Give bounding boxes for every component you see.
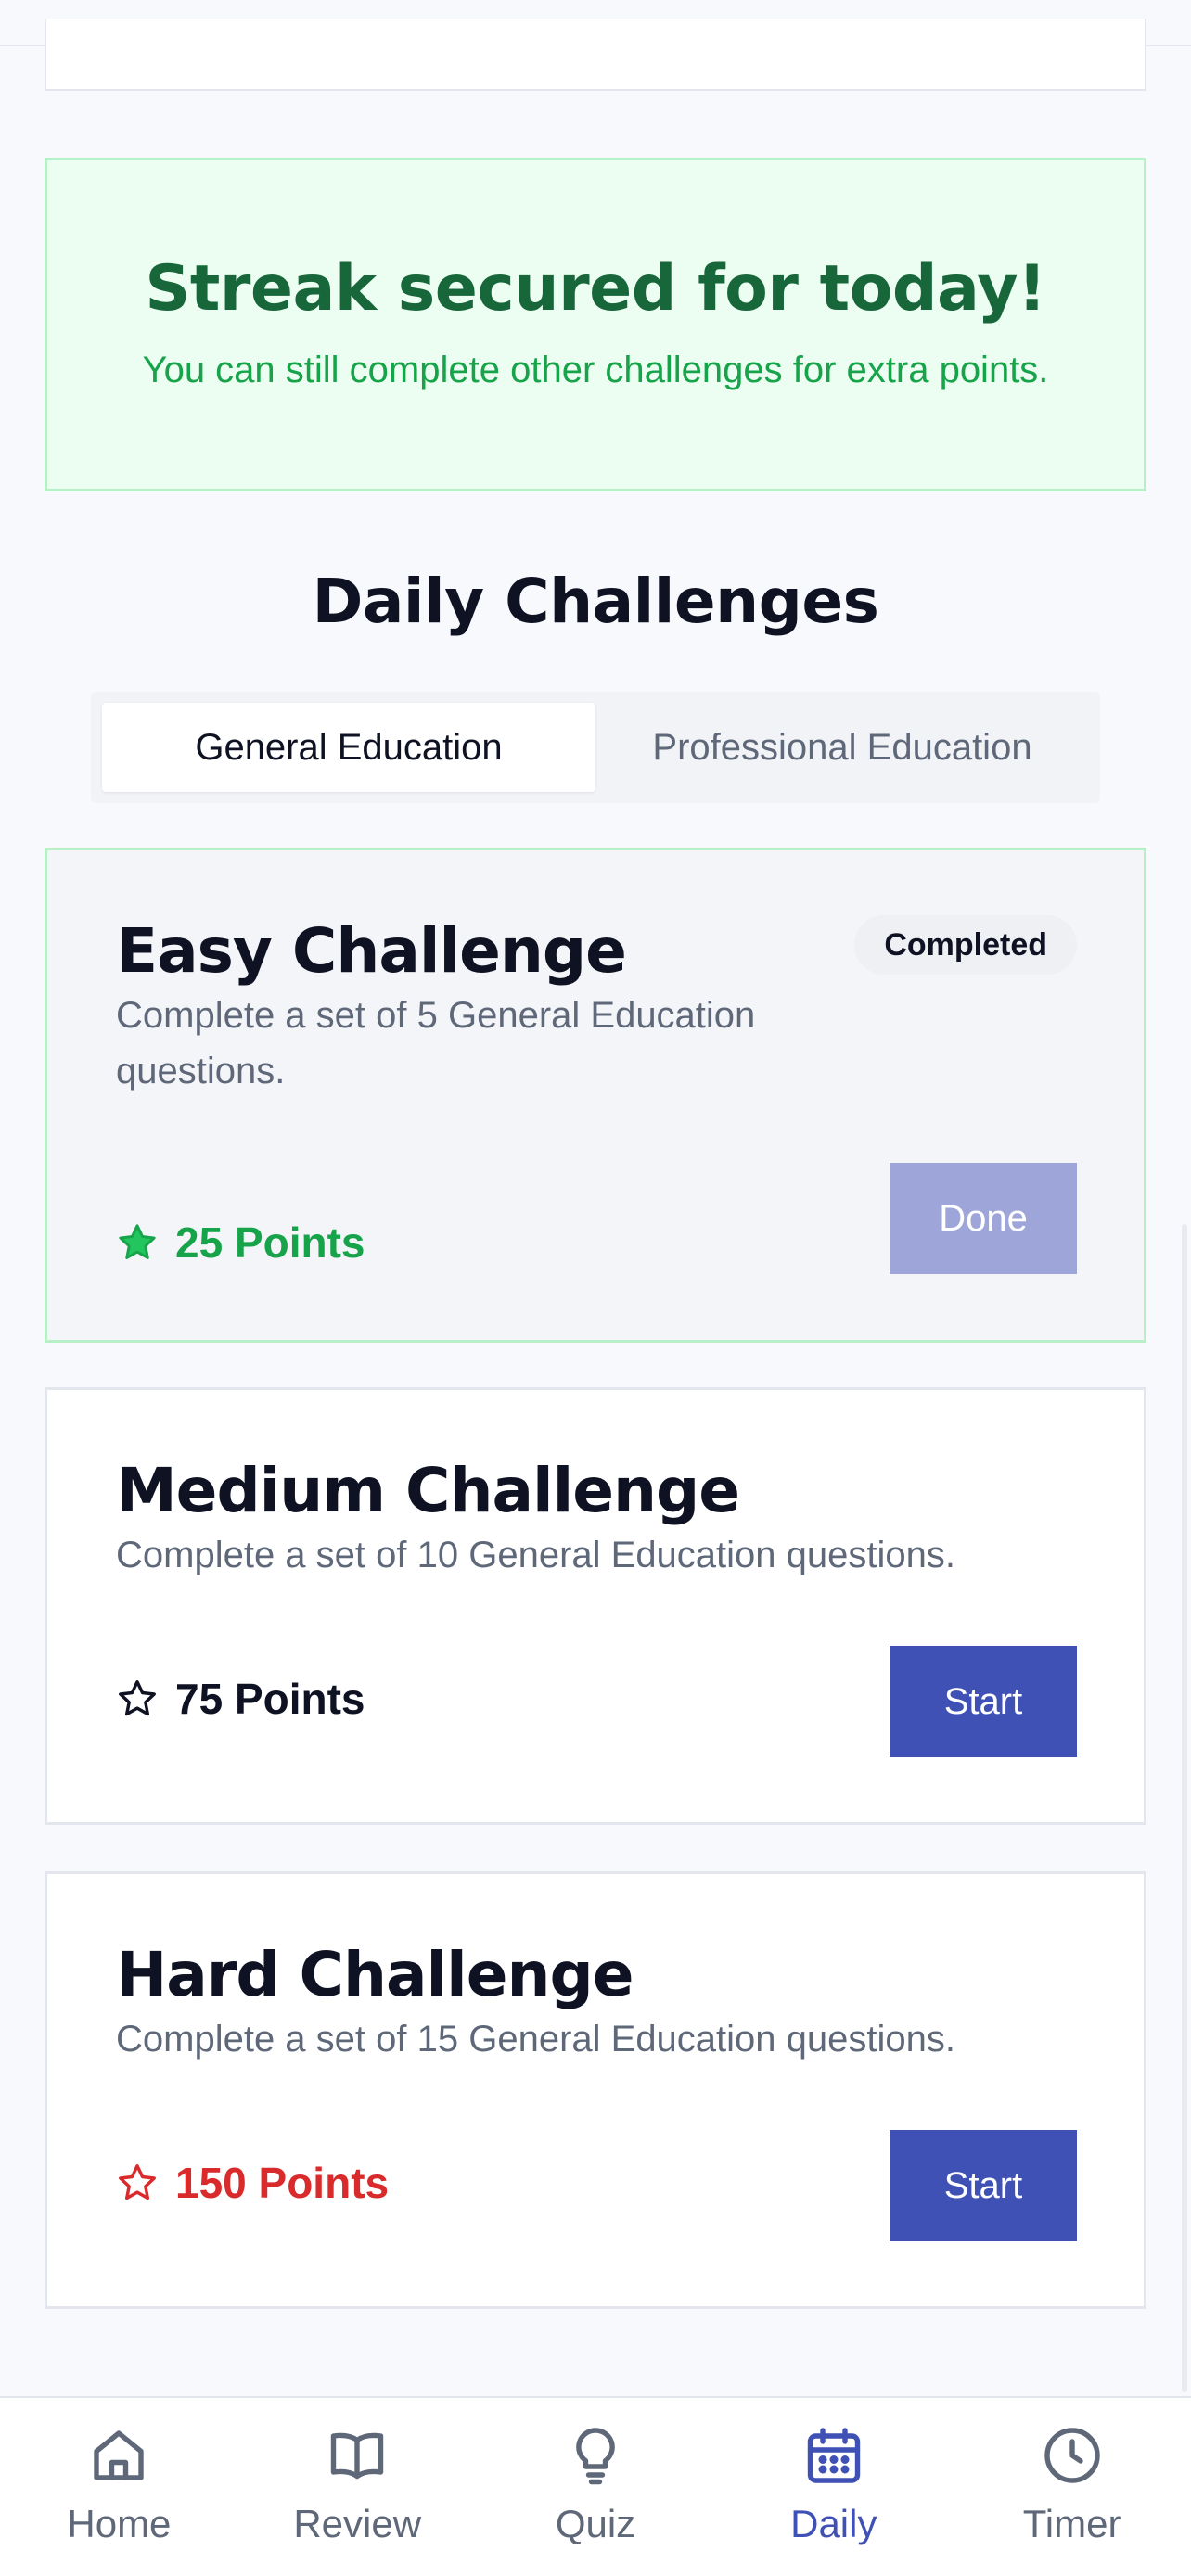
calendar-icon bbox=[807, 2428, 860, 2483]
points-label: 25 Points bbox=[175, 1218, 365, 1267]
section-title: Daily Challenges bbox=[312, 566, 879, 637]
challenge-points: 75 Points bbox=[116, 1674, 365, 1724]
points-label: 75 Points bbox=[175, 1675, 365, 1723]
streak-title: Streak secured for today! bbox=[145, 251, 1046, 325]
status-badge: Completed bbox=[854, 915, 1077, 975]
bottom-nav: Home Review Quiz Daily Timer bbox=[0, 2396, 1191, 2576]
challenge-points: 150 Points bbox=[116, 2158, 389, 2208]
nav-label: Timer bbox=[1022, 2502, 1121, 2545]
points-label: 150 Points bbox=[175, 2159, 390, 2207]
nav-label: Review bbox=[293, 2502, 422, 2545]
home-icon bbox=[94, 2430, 145, 2480]
challenge-title: Medium Challenge bbox=[116, 1455, 740, 1526]
nav-timer[interactable]: Timer bbox=[953, 2398, 1191, 2576]
previous-card-bottom bbox=[45, 19, 1146, 91]
done-button[interactable]: Done bbox=[890, 1163, 1077, 1274]
nav-label: Quiz bbox=[555, 2502, 636, 2545]
nav-label: Home bbox=[67, 2502, 172, 2545]
start-button[interactable]: Start bbox=[890, 2130, 1077, 2241]
nav-daily[interactable]: Daily bbox=[714, 2398, 953, 2576]
start-button[interactable]: Start bbox=[890, 1646, 1077, 1757]
nav-label: Daily bbox=[790, 2502, 877, 2545]
star-outline-icon bbox=[119, 2164, 156, 2200]
challenge-description: Complete a set of 15 General Education q… bbox=[116, 2019, 955, 2060]
nav-home[interactable]: Home bbox=[0, 2398, 238, 2576]
challenge-card-easy: Easy Challenge Completed Complete a set … bbox=[45, 848, 1146, 1343]
challenge-title: Hard Challenge bbox=[116, 1939, 634, 2010]
challenge-card-medium: Medium Challenge Complete a set of 10 Ge… bbox=[45, 1387, 1146, 1825]
clock-icon bbox=[1044, 2428, 1100, 2483]
tab-general-education[interactable]: General Education bbox=[102, 703, 596, 792]
book-icon bbox=[330, 2432, 384, 2480]
lightbulb-icon bbox=[576, 2428, 615, 2485]
challenge-points: 25 Points bbox=[116, 1218, 365, 1268]
category-tabs: General Education Professional Education bbox=[91, 692, 1100, 803]
nav-quiz[interactable]: Quiz bbox=[477, 2398, 715, 2576]
streak-banner: Streak secured for today! You can still … bbox=[45, 158, 1146, 491]
star-outline-icon bbox=[119, 1680, 156, 1716]
challenge-card-hard: Hard Challenge Complete a set of 15 Gene… bbox=[45, 1871, 1146, 2309]
streak-subtitle: You can still complete other challenges … bbox=[142, 349, 1049, 390]
challenge-description: Complete a set of 5 General Education qu… bbox=[116, 995, 756, 1091]
challenge-title: Easy Challenge bbox=[116, 915, 627, 987]
challenge-description: Complete a set of 10 General Education q… bbox=[116, 1535, 955, 1575]
filled-star-icon bbox=[119, 1224, 156, 1259]
nav-review[interactable]: Review bbox=[238, 2398, 477, 2576]
scrollbar[interactable] bbox=[1182, 1224, 1187, 2392]
tab-professional-education[interactable]: Professional Education bbox=[596, 703, 1089, 792]
